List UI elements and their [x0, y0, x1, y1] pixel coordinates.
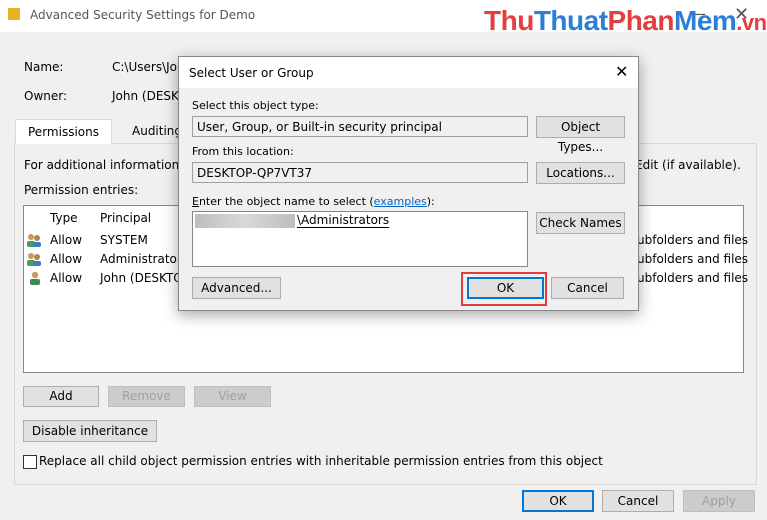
table-row-principal: John (DESKTOP — [100, 271, 190, 285]
window-title: Advanced Security Settings for Demo — [30, 8, 256, 22]
object-name-value: \Administrators — [297, 213, 390, 228]
close-icon[interactable]: ✕ — [615, 62, 628, 81]
table-row-principal: SYSTEM — [100, 233, 148, 247]
redacted-text — [195, 214, 295, 228]
user-icon — [28, 271, 44, 288]
enter-name-label: Enter the object name to select (example… — [192, 195, 435, 208]
cancel-button[interactable]: Cancel — [602, 490, 674, 512]
ok-button-highlight — [461, 272, 547, 306]
column-header-principal[interactable]: Principal — [100, 211, 151, 225]
watermark-logo: ThuThuatPhanMem.vn — [484, 5, 767, 36]
group-icon — [26, 233, 42, 250]
group-icon — [26, 252, 42, 269]
ok-button[interactable]: OK — [522, 490, 594, 512]
dialog-title: Select User or Group — [189, 66, 314, 80]
location-field: DESKTOP-QP7VT37 — [192, 162, 528, 183]
view-button[interactable]: View — [194, 386, 271, 407]
object-type-label: Select this object type: — [192, 99, 319, 112]
locations-button[interactable]: Locations... — [536, 162, 625, 184]
table-row-applies: ubfolders and files — [637, 271, 749, 285]
object-type-field: User, Group, or Built-in security princi… — [192, 116, 528, 137]
name-label: Name: — [24, 60, 64, 74]
remove-button[interactable]: Remove — [108, 386, 185, 407]
folder-icon — [8, 8, 20, 20]
table-row-applies: ubfolders and files — [637, 252, 749, 266]
replace-permissions-label[interactable]: Replace all child object permission entr… — [39, 454, 603, 468]
examples-link[interactable]: examples — [374, 195, 427, 208]
table-row-applies: ubfolders and files — [637, 233, 749, 247]
apply-button[interactable]: Apply — [683, 490, 755, 512]
info-text-tail: Edit (if available). — [635, 158, 741, 172]
disable-inheritance-button[interactable]: Disable inheritance — [23, 420, 157, 442]
replace-permissions-checkbox[interactable] — [23, 455, 37, 469]
table-row-type: Allow — [50, 233, 83, 247]
advanced-button[interactable]: Advanced... — [192, 277, 281, 299]
table-row-type: Allow — [50, 252, 83, 266]
info-text: For additional information, do — [24, 158, 202, 172]
table-row-principal: Administrators — [100, 252, 189, 266]
tab-permissions[interactable]: Permissions — [15, 119, 112, 144]
dialog-cancel-button[interactable]: Cancel — [551, 277, 624, 299]
object-types-button[interactable]: Object Types... — [536, 116, 625, 154]
location-label: From this location: — [192, 145, 294, 158]
table-row-type: Allow — [50, 271, 83, 285]
column-header-type[interactable]: Type — [50, 211, 78, 225]
permission-entries-label: Permission entries: — [24, 183, 139, 197]
add-button[interactable]: Add — [23, 386, 99, 407]
owner-label: Owner: — [24, 89, 68, 103]
select-user-dialog: Select User or Group ✕ Select this objec… — [178, 56, 639, 311]
check-names-button[interactable]: Check Names — [536, 212, 625, 234]
